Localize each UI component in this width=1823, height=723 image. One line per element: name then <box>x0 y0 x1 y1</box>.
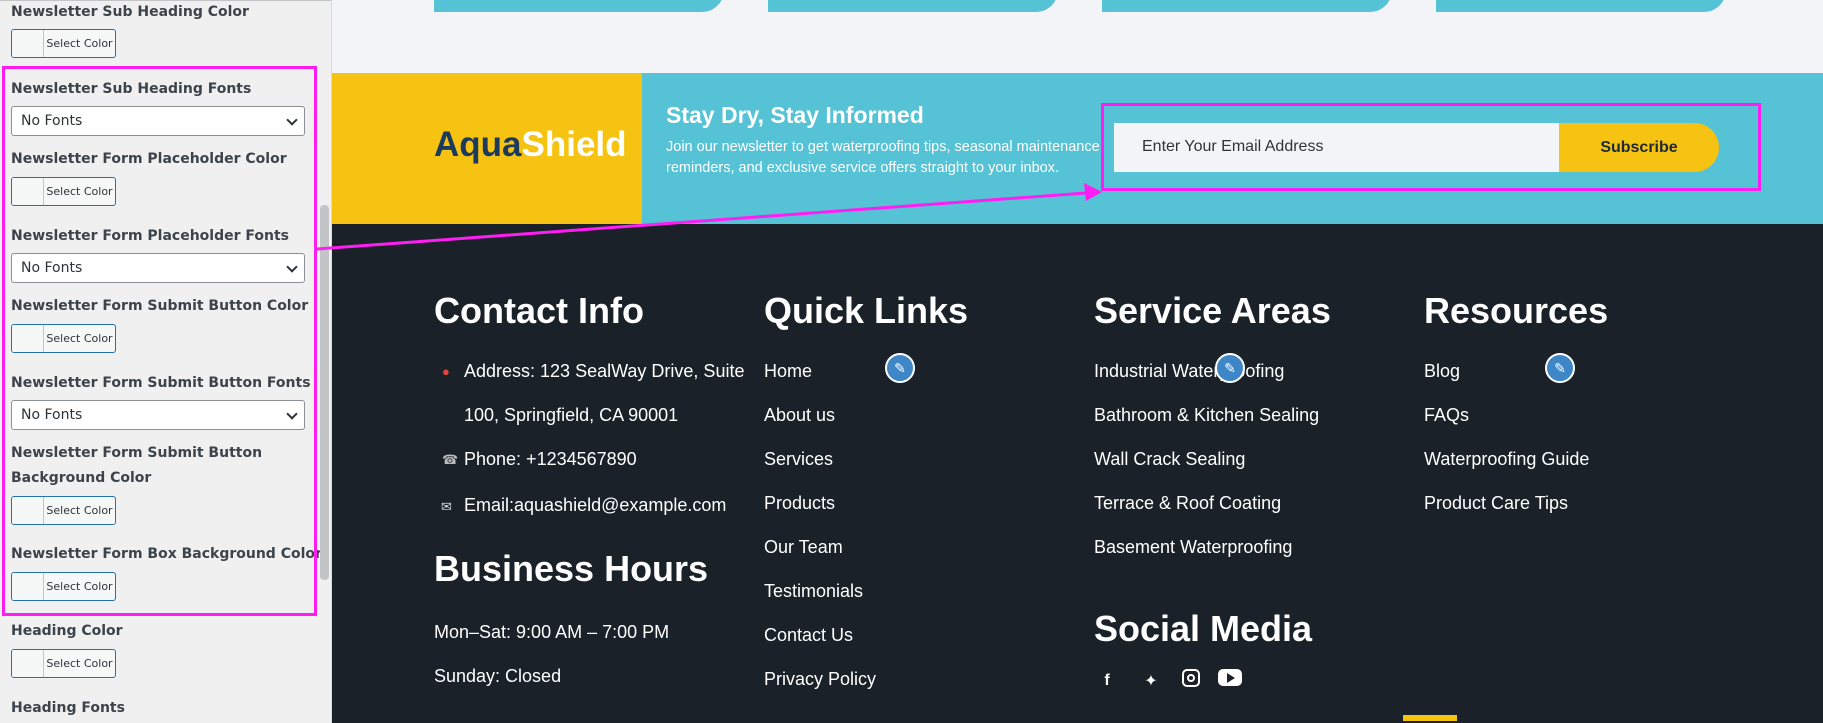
quick-link-contact[interactable]: Contact Us <box>764 625 853 646</box>
service-cards-strip <box>332 0 1823 73</box>
social-icons: f ✦ <box>1094 669 1242 693</box>
quick-link-privacy[interactable]: Privacy Policy <box>764 669 876 690</box>
select-color-button[interactable]: Select Color <box>11 649 116 678</box>
color-swatch <box>12 30 44 57</box>
edit-pencil-icon[interactable]: ✎ <box>885 353 915 383</box>
newsletter-brand-panel: AquaShield <box>332 73 642 224</box>
color-swatch <box>12 650 44 677</box>
resource-link[interactable]: FAQs <box>1424 405 1469 426</box>
logo-text-primary: Aqua <box>434 125 522 164</box>
twitter-icon[interactable]: ✦ <box>1138 669 1164 693</box>
service-area-link[interactable]: Industrial Waterproofing <box>1094 361 1284 382</box>
service-areas-heading: Service Areas <box>1094 290 1331 331</box>
resources-heading: Resources <box>1424 290 1609 331</box>
contact-email[interactable]: Email:aquashield@example.com <box>464 495 726 516</box>
sidebar-scrollbar[interactable] <box>320 205 329 580</box>
quick-link-home[interactable]: Home <box>764 361 812 382</box>
service-area-link[interactable]: Terrace & Roof Coating <box>1094 493 1281 514</box>
business-hours-heading: Business Hours <box>434 548 709 589</box>
site-logo[interactable]: AquaShield <box>434 125 627 165</box>
scroll-to-top-button[interactable] <box>1401 713 1459 723</box>
field-heading-color: Heading Color Select Color <box>11 619 123 678</box>
social-media-heading: Social Media <box>1094 608 1313 649</box>
hours-weekdays: Mon–Sat: 9:00 AM – 7:00 PM <box>434 622 670 642</box>
screen: Newsletter Sub Heading Color Select Colo… <box>0 0 1823 723</box>
instagram-icon[interactable] <box>1182 669 1200 687</box>
field-heading-fonts: Heading Fonts <box>11 696 125 721</box>
resource-link[interactable]: Waterproofing Guide <box>1424 449 1589 470</box>
site-preview: AquaShield Stay Dry, Stay Informed Join … <box>332 0 1823 723</box>
youtube-icon[interactable] <box>1218 669 1242 686</box>
mail-icon: ✉ <box>441 499 452 514</box>
customizer-sidebar: Newsletter Sub Heading Color Select Colo… <box>0 0 332 723</box>
annotation-form-highlight <box>1101 103 1761 191</box>
quick-link-team[interactable]: Our Team <box>764 537 843 558</box>
edit-pencil-icon[interactable]: ✎ <box>1545 353 1575 383</box>
field-label: Heading Fonts <box>11 700 125 716</box>
location-pin-icon: ● <box>442 364 450 379</box>
logo-text-secondary: Shield <box>521 125 627 164</box>
contact-address-line1: Address: 123 SealWay Drive, Suite <box>464 361 745 381</box>
contact-info-heading: Contact Info <box>434 290 644 331</box>
quick-link-services[interactable]: Services <box>764 449 833 470</box>
service-area-link[interactable]: Bathroom & Kitchen Sealing <box>1094 405 1319 426</box>
quick-link-testimonials[interactable]: Testimonials <box>764 581 863 602</box>
service-card[interactable] <box>1102 0 1392 12</box>
site-footer: Contact Info ● Address: 123 SealWay Driv… <box>332 224 1823 723</box>
service-card[interactable] <box>1436 0 1726 12</box>
service-card[interactable] <box>434 0 724 12</box>
resource-link[interactable]: Product Care Tips <box>1424 493 1568 514</box>
quick-link-products[interactable]: Products <box>764 493 835 514</box>
annotation-highlight-box <box>2 66 317 616</box>
field-label: Newsletter Sub Heading Color <box>11 4 249 20</box>
service-area-link[interactable]: Wall Crack Sealing <box>1094 449 1245 470</box>
quick-link-about[interactable]: About us <box>764 405 835 426</box>
select-color-label: Select Color <box>46 37 113 50</box>
select-color-button[interactable]: Select Color <box>11 29 116 58</box>
newsletter-description: Join our newsletter to get waterproofing… <box>666 139 1100 176</box>
contact-phone: Phone: +1234567890 <box>464 449 637 469</box>
select-color-label: Select Color <box>46 657 113 670</box>
edit-pencil-icon[interactable]: ✎ <box>1215 353 1245 383</box>
phone-icon: ☎ <box>442 452 459 467</box>
newsletter-section: AquaShield Stay Dry, Stay Informed Join … <box>332 73 1823 224</box>
field-newsletter-sub-heading-color: Newsletter Sub Heading Color Select Colo… <box>11 0 249 58</box>
service-card[interactable] <box>768 0 1058 12</box>
hours-sunday: Sunday: Closed <box>434 666 562 686</box>
service-area-link[interactable]: Basement Waterproofing <box>1094 537 1292 558</box>
quick-links-heading: Quick Links <box>764 290 969 331</box>
field-label: Heading Color <box>11 623 123 639</box>
contact-address-line2: 100, Springfield, CA 90001 <box>464 405 679 425</box>
newsletter-title: Stay Dry, Stay Informed <box>666 102 924 128</box>
resource-link[interactable]: Blog <box>1424 361 1460 382</box>
facebook-icon[interactable]: f <box>1094 669 1120 693</box>
